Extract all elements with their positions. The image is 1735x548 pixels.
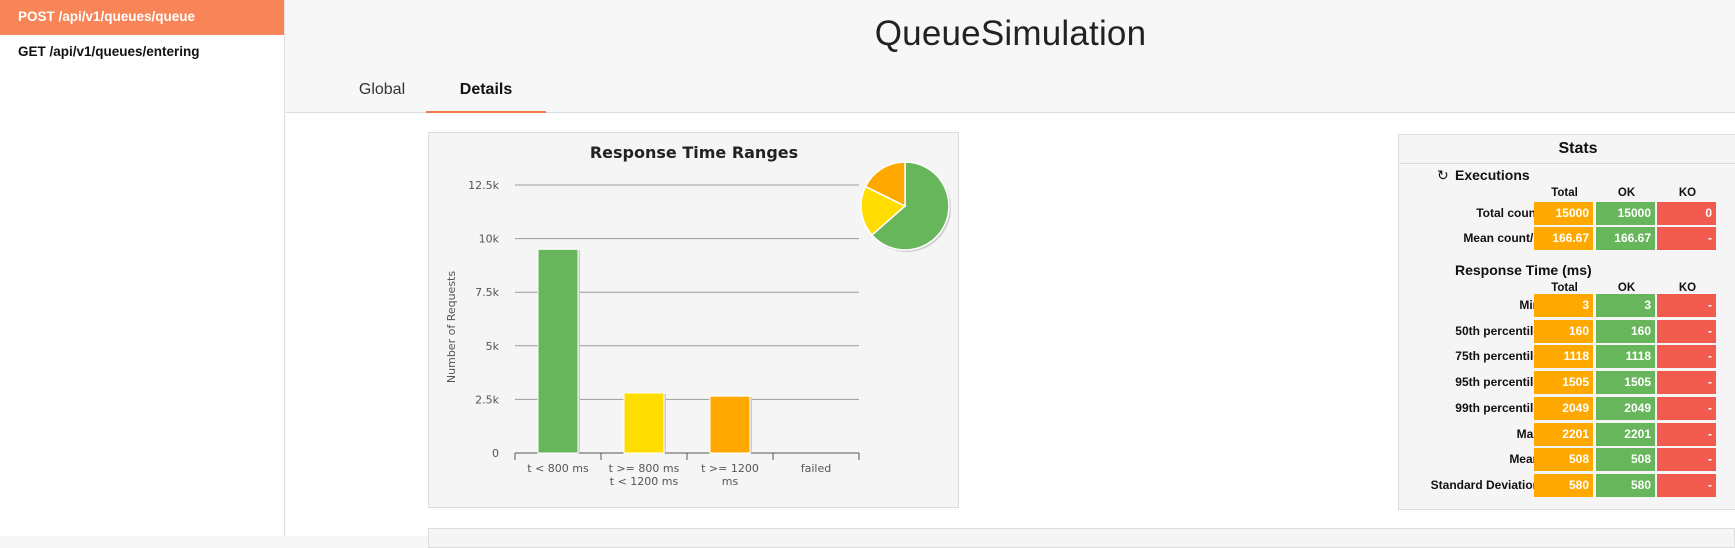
response-time-cell-ok: 2049 xyxy=(1596,396,1655,420)
response-time-cell-ko: - xyxy=(1657,294,1716,317)
response-time-cell-ko: - xyxy=(1657,473,1716,497)
stats-panel: Stats ↻ Executions Total OK KO Response T… xyxy=(1398,134,1735,510)
executions-cell-total: 166.67 xyxy=(1534,227,1593,250)
y-tick-label: 7.5k xyxy=(475,286,499,299)
rt-col-total: Total xyxy=(1551,282,1578,294)
response-time-row-label: 75th percentile xyxy=(1455,349,1540,364)
y-axis-label: Number of Requests xyxy=(445,271,458,383)
bar xyxy=(537,248,579,454)
response-time-cell-total: 160 xyxy=(1534,319,1593,343)
executions-cell-ko: - xyxy=(1657,227,1716,250)
x-tick-label: t < 800 ms xyxy=(527,462,589,475)
sidebar: POST /api/v1/queues/queue GET /api/v1/qu… xyxy=(0,0,285,536)
x-tick-label: ms xyxy=(722,475,739,488)
executions-cell-ok: 166.67 xyxy=(1596,227,1655,250)
next-panel xyxy=(428,528,1735,548)
response-time-cell-ok: 160 xyxy=(1596,319,1655,343)
bar xyxy=(623,392,665,454)
executions-row-label: Total count xyxy=(1476,206,1540,220)
executions-row-label: Mean count/s xyxy=(1463,231,1540,245)
y-tick-label: 5k xyxy=(486,340,500,353)
page-title: QueueSimulation xyxy=(874,14,1147,53)
response-time-row-label: 50th percentile xyxy=(1455,323,1540,338)
response-time-ranges-panel: Response Time Ranges 0 2.5k 5k 7.5k 10k 12.5k N… xyxy=(428,132,959,508)
response-time-cell-ok: 508 xyxy=(1596,448,1655,472)
response-time-cell-total: 1505 xyxy=(1534,371,1593,395)
response-time-cell-ko: - xyxy=(1657,422,1716,446)
rt-col-ko: KO xyxy=(1678,282,1697,294)
response-time-cell-total: 580 xyxy=(1534,473,1593,497)
x-tick-label: t < 1200 ms xyxy=(610,475,679,488)
response-time-cell-total: 3 xyxy=(1534,294,1593,317)
executions-cell-ko: 0 xyxy=(1657,202,1716,225)
refresh-icon: ↻ xyxy=(1437,167,1449,183)
rt-col-ok: OK xyxy=(1617,282,1636,294)
y-tick-label: 10k xyxy=(479,233,500,246)
response-time-row-label: 99th percentile xyxy=(1455,400,1540,415)
executions-section-title: ↻ Executions xyxy=(1437,167,1530,184)
response-time-cell-ok: 3 xyxy=(1596,294,1655,317)
x-tick-label: failed xyxy=(801,462,831,475)
exec-col-total: Total xyxy=(1551,187,1578,199)
tab-details[interactable]: Details xyxy=(426,70,546,113)
response-time-cell-ok: 2201 xyxy=(1596,422,1655,446)
bar xyxy=(709,395,751,454)
x-tick-label: t >= 1200 xyxy=(701,462,759,475)
response-time-row-label: Standard Deviation xyxy=(1430,477,1540,492)
response-time-cell-ko: - xyxy=(1657,396,1716,420)
response-time-cell-ok: 1505 xyxy=(1596,371,1655,395)
tab-global[interactable]: Global xyxy=(326,70,438,111)
exec-col-ok: OK xyxy=(1617,187,1636,199)
chart-title: Response Time Ranges xyxy=(590,143,798,162)
sidebar-item-get-entering[interactable]: GET /api/v1/queues/entering xyxy=(0,35,284,70)
y-tick-label: 12.5k xyxy=(468,179,499,192)
sidebar-item-post-queue[interactable]: POST /api/v1/queues/queue xyxy=(0,0,284,35)
x-tick-label: t >= 800 ms xyxy=(609,462,680,475)
response-time-cell-ko: - xyxy=(1657,448,1716,472)
response-time-cell-ok: 1118 xyxy=(1596,345,1655,369)
response-time-cell-ko: - xyxy=(1657,371,1716,395)
response-time-cell-total: 508 xyxy=(1534,448,1593,472)
response-time-cell-ko: - xyxy=(1657,345,1716,369)
response-time-row-label: 95th percentile xyxy=(1455,375,1540,390)
executions-cell-total: 15000 xyxy=(1534,202,1593,225)
response-time-cell-ko: - xyxy=(1657,319,1716,343)
executions-cell-ok: 15000 xyxy=(1596,202,1655,225)
response-time-cell-total: 2049 xyxy=(1534,396,1593,420)
exec-col-ko: KO xyxy=(1678,187,1697,199)
y-tick-label: 2.5k xyxy=(475,393,499,406)
response-time-cell-total: 1118 xyxy=(1534,345,1593,369)
y-tick-label: 0 xyxy=(492,447,499,460)
response-time-section-title: Response Time (ms) xyxy=(1455,262,1592,278)
tab-bar: Global Details xyxy=(286,70,1735,113)
stats-title: Stats xyxy=(1399,135,1735,164)
response-time-cell-total: 2201 xyxy=(1534,422,1593,446)
response-time-ranges-chart: Response Time Ranges 0 2.5k 5k 7.5k 10k 12.5k N… xyxy=(445,143,951,488)
executions-title: Executions xyxy=(1455,167,1530,183)
response-time-cell-ok: 580 xyxy=(1596,473,1655,497)
